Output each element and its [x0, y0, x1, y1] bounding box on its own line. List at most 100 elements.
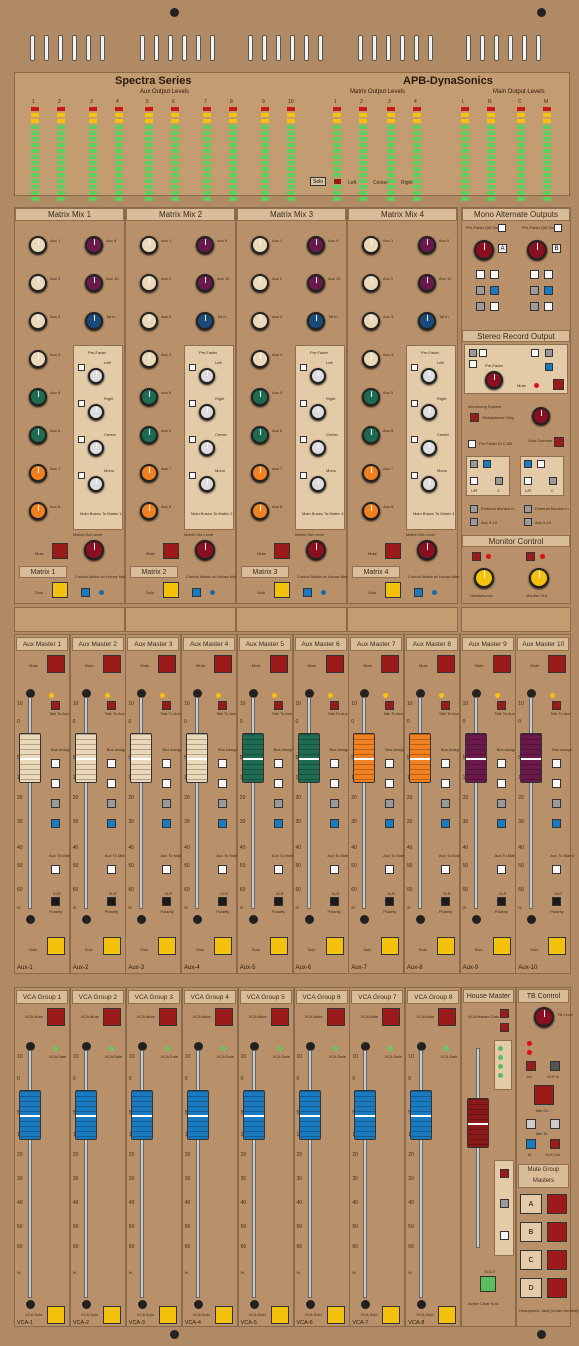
- tb-m-button[interactable]: [526, 1139, 536, 1149]
- matrix-solo-button[interactable]: [385, 582, 401, 598]
- aux-9-10-button-2[interactable]: [524, 518, 532, 526]
- mono-alt-button[interactable]: [544, 302, 553, 311]
- mono-alt-button[interactable]: [490, 270, 499, 279]
- house-side-button-1[interactable]: [500, 1169, 509, 1178]
- vca-mute-button[interactable]: [382, 1008, 401, 1026]
- aux-solo-button[interactable]: [436, 937, 455, 955]
- aux-to-matrix-button[interactable]: [106, 865, 116, 874]
- monitor-source-button-1[interactable]: [470, 460, 478, 468]
- mono-alt-button[interactable]: [490, 286, 499, 295]
- aux-send-knob[interactable]: [140, 350, 158, 368]
- stereo-record-button-6[interactable]: [545, 363, 553, 371]
- pre-fader-button[interactable]: [300, 436, 307, 443]
- pre-fader-b-button[interactable]: [554, 224, 562, 232]
- aux-send-knob[interactable]: [29, 236, 47, 254]
- matrix-out-knob[interactable]: [195, 540, 215, 560]
- main-bus-knob[interactable]: [199, 476, 215, 492]
- aux-send-knob[interactable]: [362, 350, 380, 368]
- stereo-record-button-1[interactable]: [469, 349, 477, 357]
- bus-assign-m-button[interactable]: [51, 819, 60, 828]
- aux-to-matrix-button[interactable]: [385, 865, 395, 874]
- tb-talk-to-button-1[interactable]: [526, 1119, 536, 1129]
- monitor-level-knob[interactable]: [532, 407, 550, 425]
- bus-assign-c-button[interactable]: [496, 799, 506, 808]
- bus-assign-c-button[interactable]: [440, 799, 450, 808]
- aux-send-knob[interactable]: [29, 274, 47, 292]
- bus-assign-l-button[interactable]: [496, 759, 506, 768]
- control-matrix-button[interactable]: [303, 588, 312, 597]
- stereo-record-button-2[interactable]: [479, 349, 487, 357]
- main-bus-knob[interactable]: [199, 368, 215, 384]
- aux-send-knob[interactable]: [251, 274, 269, 292]
- aux-solo-button[interactable]: [269, 937, 288, 955]
- bus-assign-m-button[interactable]: [385, 819, 395, 828]
- main-bus-knob[interactable]: [88, 440, 104, 456]
- mono-alt-button[interactable]: [544, 286, 553, 295]
- aux-send-knob[interactable]: [251, 464, 269, 482]
- vca-solo-button[interactable]: [326, 1306, 345, 1324]
- bus-assign-r-button[interactable]: [385, 779, 395, 788]
- mono-alt-button[interactable]: [476, 286, 485, 295]
- tb-int-button[interactable]: [526, 1061, 536, 1071]
- mono-alt-button[interactable]: [530, 286, 539, 295]
- bus-assign-r-button[interactable]: [273, 779, 283, 788]
- matrix-mute-button[interactable]: [274, 543, 290, 559]
- talk-to-aux-button[interactable]: [385, 701, 395, 710]
- talk-to-aux-button[interactable]: [552, 701, 562, 710]
- bus-assign-m-button[interactable]: [273, 819, 283, 828]
- aux-send-knob[interactable]: [251, 312, 269, 330]
- aux-solo-button[interactable]: [381, 937, 400, 955]
- aux-send-knob[interactable]: [362, 388, 380, 406]
- pre-fader-button[interactable]: [300, 400, 307, 407]
- aux-to-matrix-button[interactable]: [273, 865, 283, 874]
- bus-assign-l-button[interactable]: [552, 759, 562, 768]
- pre-fader-button[interactable]: [78, 400, 85, 407]
- headphones-solo-button[interactable]: [472, 552, 481, 561]
- talk-to-aux-button[interactable]: [496, 701, 506, 710]
- pre-fader-button[interactable]: [411, 364, 418, 371]
- aux-solo-button[interactable]: [492, 937, 511, 955]
- aux-9-10-button-1[interactable]: [470, 518, 478, 526]
- monitor-source-c-button[interactable]: [495, 477, 503, 485]
- meter-solo-button[interactable]: Solo: [310, 177, 326, 186]
- polarity-button[interactable]: [106, 897, 116, 906]
- aux-send-knob[interactable]: [196, 274, 214, 292]
- aux-send-knob[interactable]: [29, 388, 47, 406]
- matrix-solo-button[interactable]: [274, 582, 290, 598]
- polarity-button[interactable]: [218, 897, 228, 906]
- matrix-solo-button[interactable]: [52, 582, 68, 598]
- matrix-out-knob[interactable]: [306, 540, 326, 560]
- aux-send-knob[interactable]: [196, 312, 214, 330]
- aux-send-knob[interactable]: [140, 274, 158, 292]
- mute-group-button[interactable]: [547, 1222, 567, 1242]
- aux-send-knob[interactable]: [362, 236, 380, 254]
- bus-assign-r-button[interactable]: [162, 779, 172, 788]
- main-bus-knob[interactable]: [310, 476, 326, 492]
- aux-send-knob[interactable]: [196, 236, 214, 254]
- aux-mute-button[interactable]: [548, 655, 567, 673]
- aux-mute-button[interactable]: [436, 655, 455, 673]
- stereo-record-button-3[interactable]: [469, 360, 477, 368]
- aux-send-knob[interactable]: [251, 426, 269, 444]
- aux-send-knob[interactable]: [140, 388, 158, 406]
- aux-to-matrix-button[interactable]: [162, 865, 172, 874]
- aux-send-knob[interactable]: [140, 502, 158, 520]
- pre-fader-a-button[interactable]: [498, 224, 506, 232]
- monitor-source-lr-button[interactable]: [470, 477, 478, 485]
- house-master-fader[interactable]: [467, 1098, 489, 1148]
- bus-assign-m-button[interactable]: [440, 819, 450, 828]
- monitoring-system-button[interactable]: [470, 413, 479, 422]
- vca-fader[interactable]: [130, 1090, 153, 1140]
- aux-send-knob[interactable]: [29, 350, 47, 368]
- pre-fader-button[interactable]: [189, 472, 196, 479]
- tb-xlr-in-button[interactable]: [550, 1061, 560, 1071]
- pre-fader-button[interactable]: [78, 364, 85, 371]
- pre-fader-button[interactable]: [411, 436, 418, 443]
- control-matrix-button[interactable]: [192, 588, 201, 597]
- bus-assign-r-button[interactable]: [106, 779, 116, 788]
- aux-fader[interactable]: [241, 733, 264, 783]
- polarity-button[interactable]: [273, 897, 283, 906]
- aux-send-knob[interactable]: [362, 426, 380, 444]
- aux-to-matrix-button[interactable]: [552, 865, 562, 874]
- vca-mute-button[interactable]: [270, 1008, 289, 1026]
